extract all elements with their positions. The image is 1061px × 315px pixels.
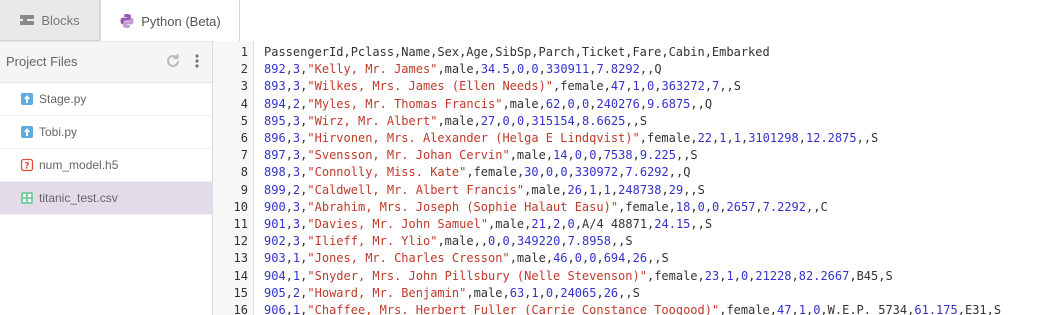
code-line: 8 898,3,"Connolly, Miss. Kate",female,30,… bbox=[213, 164, 1061, 181]
code-text: 902,3,"Ilieff, Mr. Ylio",male,,0,0,34922… bbox=[264, 234, 633, 249]
code-line: 9 899,2,"Caldwell, Mr. Albert Francis",ma… bbox=[213, 182, 1061, 199]
code-text: 901,3,"Davies, Mr. John Samuel",male,21,… bbox=[264, 217, 713, 231]
csv-file-icon bbox=[20, 191, 34, 205]
code-editor[interactable]: 1 PassengerId,Pclass,Name,Sex,Age,SibSp,P… bbox=[213, 41, 1061, 315]
line-number: 11 bbox=[233, 217, 248, 231]
line-number: 6 bbox=[240, 131, 248, 145]
file-item-stage-py[interactable]: Stage.py bbox=[0, 83, 212, 116]
refresh-icon[interactable] bbox=[164, 52, 182, 70]
line-number: 9 bbox=[240, 182, 248, 197]
line-number: 3 bbox=[240, 79, 248, 94]
code-line: 12 902,3,"Ilieff, Mr. Ylio",male,,0,0,349… bbox=[213, 233, 1061, 250]
code-line: 10 900,3,"Abrahim, Mrs. Joseph (Sophie Ha… bbox=[213, 199, 1061, 216]
code-text: 906,1,"Chaffee, Mrs. Herbert Fuller (Car… bbox=[264, 303, 1002, 315]
code-text: 892,3,"Kelly, Mr. James",male,34.5,0,0,3… bbox=[264, 62, 662, 77]
code-line: 3 893,3,"Wilkes, Mrs. James (Ellen Needs)… bbox=[213, 78, 1061, 95]
more-options-icon[interactable] bbox=[193, 53, 201, 71]
line-number: 15 bbox=[233, 285, 248, 300]
code-text: 898,3,"Connolly, Miss. Kate",female,30,0… bbox=[264, 165, 691, 180]
code-text: 893,3,"Wilkes, Mrs. James (Ellen Needs)"… bbox=[264, 79, 742, 94]
file-item-num-model-h5[interactable]: ? num_model.h5 bbox=[0, 149, 212, 182]
code-text: 904,1,"Snyder, Mrs. John Pillsbury (Nell… bbox=[264, 268, 893, 283]
line-number: 10 bbox=[233, 199, 248, 214]
code-text: 896,3,"Hirvonen, Mrs. Alexander (Helga E… bbox=[264, 131, 879, 145]
python-icon bbox=[119, 13, 135, 29]
line-number: 4 bbox=[240, 96, 248, 111]
unknown-file-icon: ? bbox=[20, 158, 34, 172]
tab-blocks-label: Blocks bbox=[41, 12, 80, 28]
line-number: 12 bbox=[233, 234, 248, 249]
code-text: 897,3,"Svensson, Mr. Johan Cervin",male,… bbox=[264, 148, 698, 163]
line-number: 16 bbox=[233, 303, 248, 315]
python-file-icon bbox=[20, 92, 34, 106]
code-line: 16 906,1,"Chaffee, Mrs. Herbert Fuller (C… bbox=[213, 302, 1061, 315]
code-text: 905,2,"Howard, Mr. Benjamin",male,63,1,0… bbox=[264, 285, 640, 300]
svg-text:?: ? bbox=[24, 162, 29, 172]
file-name: Stage.py bbox=[39, 92, 87, 106]
sidebar-header: Project Files bbox=[0, 41, 212, 83]
file-item-titanic-test-csv[interactable]: titanic_test.csv bbox=[0, 182, 212, 215]
file-name: Tobi.py bbox=[39, 125, 78, 139]
project-files-sidebar: Project Files Stage.py Tobi.py ? num_mod… bbox=[0, 41, 213, 315]
tab-python[interactable]: Python (Beta) bbox=[100, 0, 240, 42]
code-line: 6 896,3,"Hirvonen, Mrs. Alexander (Helga … bbox=[213, 130, 1061, 147]
editor-tab-bar: Blocks Python (Beta) bbox=[0, 0, 1061, 42]
file-item-tobi-py[interactable]: Tobi.py bbox=[0, 116, 212, 149]
code-line: 7 897,3,"Svensson, Mr. Johan Cervin",male… bbox=[213, 147, 1061, 164]
line-number: 8 bbox=[240, 165, 248, 180]
line-number: 7 bbox=[240, 148, 248, 163]
code-line: 1 PassengerId,Pclass,Name,Sex,Age,SibSp,P… bbox=[213, 44, 1061, 61]
code-line: 14 904,1,"Snyder, Mrs. John Pillsbury (Ne… bbox=[213, 268, 1061, 285]
blocks-icon bbox=[19, 13, 35, 27]
tab-python-label: Python (Beta) bbox=[141, 13, 221, 29]
code-text: 900,3,"Abrahim, Mrs. Joseph (Sophie Hala… bbox=[264, 199, 828, 214]
code-line: 11 901,3,"Davies, Mr. John Samuel",male,2… bbox=[213, 216, 1061, 233]
code-line: 5 895,3,"Wirz, Mr. Albert",male,27,0,0,31… bbox=[213, 113, 1061, 130]
line-number: 5 bbox=[240, 113, 248, 128]
tab-blocks[interactable]: Blocks bbox=[0, 0, 100, 41]
code-text: 903,1,"Jones, Mr. Charles Cresson",male,… bbox=[264, 251, 669, 266]
line-number: 2 bbox=[240, 62, 248, 77]
python-file-icon bbox=[20, 125, 34, 139]
code-line: 13 903,1,"Jones, Mr. Charles Cresson",mal… bbox=[213, 250, 1061, 267]
line-number: 1 bbox=[240, 45, 248, 59]
file-name: titanic_test.csv bbox=[39, 191, 118, 205]
code-text: 899,2,"Caldwell, Mr. Albert Francis",mal… bbox=[264, 182, 705, 197]
code-line: 4 894,2,"Myles, Mr. Thomas Francis",male,… bbox=[213, 96, 1061, 113]
code-line: 15 905,2,"Howard, Mr. Benjamin",male,63,1… bbox=[213, 285, 1061, 302]
code-text: PassengerId,Pclass,Name,Sex,Age,SibSp,Pa… bbox=[264, 45, 770, 59]
code-line: 2 892,3,"Kelly, Mr. James",male,34.5,0,0,… bbox=[213, 61, 1061, 78]
file-name: num_model.h5 bbox=[39, 158, 119, 172]
code-text: 895,3,"Wirz, Mr. Albert",male,27,0,0,315… bbox=[264, 113, 648, 128]
line-number: 13 bbox=[233, 251, 248, 266]
sidebar-title: Project Files bbox=[6, 54, 78, 69]
line-number: 14 bbox=[233, 268, 248, 283]
code-text: 894,2,"Myles, Mr. Thomas Francis",male,6… bbox=[264, 96, 713, 111]
